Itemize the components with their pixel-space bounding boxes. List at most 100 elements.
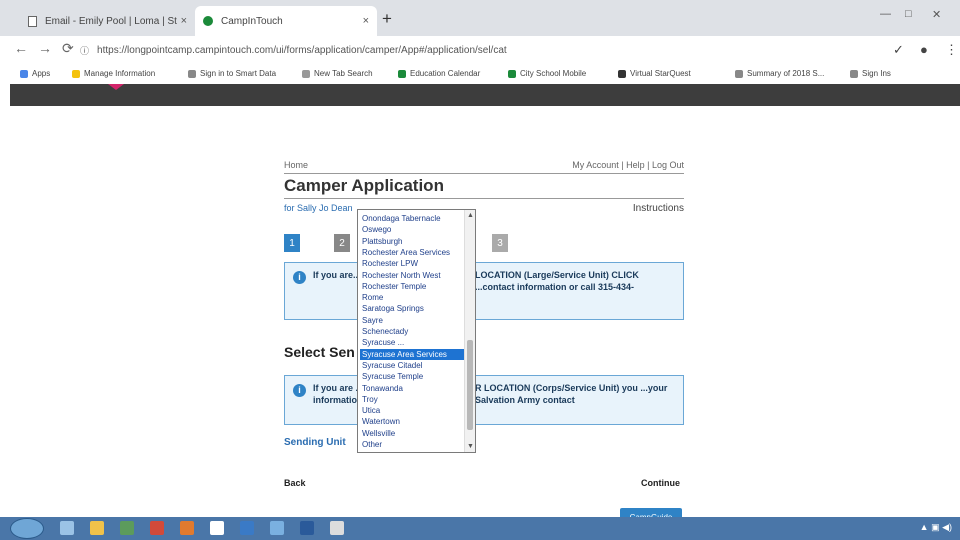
doc-icon: [850, 69, 858, 78]
notice-text: R LOCATION (Corps/Service Unit) you ...y…: [475, 383, 668, 405]
bookmark-city-school[interactable]: City School Mobile: [508, 69, 586, 78]
dropdown-option[interactable]: Watertown: [360, 416, 464, 427]
dropdown-option[interactable]: Syracuse Citadel: [360, 360, 464, 371]
extension-icon[interactable]: ✓: [893, 42, 904, 58]
dropdown-option[interactable]: Syracuse ...: [360, 337, 464, 348]
bookmark-starquest[interactable]: Virtual StarQuest: [618, 69, 691, 78]
bookmark-education-calendar[interactable]: Education Calendar: [398, 69, 480, 78]
bookmark-summary[interactable]: Summary of 2018 S...: [735, 69, 824, 78]
doc-icon: [735, 69, 743, 78]
step-3[interactable]: 3: [492, 234, 508, 252]
doc-icon: [28, 15, 37, 27]
bookmark-label: City School Mobile: [520, 69, 587, 78]
home-link[interactable]: Home: [284, 160, 308, 170]
media-icon[interactable]: [120, 521, 134, 535]
bookmark-icon: [398, 69, 406, 78]
bookmark-apps[interactable]: Apps: [20, 69, 50, 78]
unit-notice: i If you are ... should se... informatio…: [284, 375, 684, 425]
dropdown-option[interactable]: Saratoga Springs: [360, 303, 464, 314]
back-button[interactable]: Back: [284, 478, 306, 488]
step-1[interactable]: 1: [284, 234, 300, 252]
url-text: https://longpointcamp.campintouch.com/ui…: [97, 44, 507, 56]
app-icon[interactable]: [150, 521, 164, 535]
info-icon: i: [293, 271, 306, 284]
header-notch: [108, 84, 124, 90]
ie-icon[interactable]: [60, 521, 74, 535]
dropdown-option[interactable]: Rochester Temple: [360, 281, 464, 292]
dropdown-option[interactable]: Oswego: [360, 224, 464, 235]
bookmark-label: Sign in to Smart Data: [200, 69, 277, 78]
new-tab-button[interactable]: +: [382, 9, 392, 29]
menu-icon[interactable]: ⋮: [945, 42, 958, 58]
dropdown-option[interactable]: Sayre: [360, 315, 464, 326]
chrome-icon[interactable]: [210, 521, 224, 535]
start-button[interactable]: [10, 518, 44, 539]
sending-unit-dropdown-list[interactable]: ▲ ▼ Onondaga Tabernacle Oswego Plattsburgh…: [357, 209, 476, 453]
address-bar-row: ← → ⟳ ⓘ https://longpointcamp.campintouc…: [0, 36, 960, 64]
search-icon: [302, 69, 310, 78]
bookmark-new-tab-search[interactable]: New Tab Search: [302, 69, 373, 78]
bookmarks-bar: Apps Manage Information Sign in to Smart…: [0, 64, 960, 84]
dropdown-option[interactable]: Syracuse Area Services: [360, 348, 464, 360]
scroll-down-icon[interactable]: ▼: [467, 443, 474, 450]
tab-email[interactable]: Email - Emily Pool | Loma | Sto... ×: [20, 6, 195, 36]
green-circle-icon: [203, 16, 213, 26]
bookmark-icon: [508, 69, 516, 78]
back-arrow-icon[interactable]: ←: [14, 40, 28, 56]
folder-icon[interactable]: [90, 521, 104, 535]
tab-title: CampInTouch: [221, 15, 283, 27]
app-icon[interactable]: [330, 521, 344, 535]
maximize-button[interactable]: □: [905, 8, 912, 20]
dropdown-option[interactable]: Onondaga Tabernacle: [360, 213, 464, 224]
scroll-up-icon[interactable]: ▲: [467, 212, 474, 219]
bookmark-manage-information[interactable]: Manage Information: [72, 69, 155, 78]
dropdown-option[interactable]: Syracuse Temple: [360, 371, 464, 382]
info-icon[interactable]: ⓘ: [80, 44, 89, 57]
system-tray[interactable]: ▲ ▣ ◀): [920, 522, 952, 533]
bookmark-sign-ins[interactable]: Sign Ins: [850, 69, 891, 78]
site-header: [10, 84, 960, 106]
dropdown-option[interactable]: Other: [360, 439, 464, 450]
profile-icon[interactable]: ●: [920, 42, 928, 57]
dropdown-option[interactable]: Troy: [360, 394, 464, 405]
dropdown-option[interactable]: Tonawanda: [360, 383, 464, 394]
dropdown-option[interactable]: Schenectady: [360, 326, 464, 337]
bookmark-label: Virtual StarQuest: [630, 69, 691, 78]
divider: [284, 198, 684, 199]
bookmark-smart-data[interactable]: Sign in to Smart Data: [188, 69, 276, 78]
instructions-link[interactable]: Instructions: [633, 203, 684, 214]
dropdown-option[interactable]: Rome: [360, 292, 464, 303]
app-icon[interactable]: [180, 521, 194, 535]
divider: [284, 173, 684, 174]
bookmark-label: Sign Ins: [862, 69, 891, 78]
url-field[interactable]: ⓘ https://longpointcamp.campintouch.com/…: [80, 40, 880, 60]
scroll-thumb[interactable]: [467, 340, 473, 430]
bookmark-label: New Tab Search: [314, 69, 373, 78]
account-links[interactable]: My Account | Help | Log Out: [572, 160, 684, 170]
minimize-button[interactable]: —: [880, 8, 891, 20]
scrollbar[interactable]: ▲ ▼: [464, 210, 475, 452]
close-window-button[interactable]: ✕: [932, 8, 941, 21]
camper-name-link[interactable]: for Sally Jo Dean: [284, 203, 353, 213]
forward-arrow-icon[interactable]: →: [38, 40, 52, 56]
bookmark-icon: [618, 69, 626, 78]
dropdown-option[interactable]: Rochester North West: [360, 270, 464, 281]
dropdown-option[interactable]: Utica: [360, 405, 464, 416]
close-icon[interactable]: ×: [181, 15, 187, 27]
tab-strip: Email - Emily Pool | Loma | Sto... × Cam…: [0, 0, 960, 36]
dropdown-option[interactable]: Plattsburgh: [360, 236, 464, 247]
bookmark-label: Apps: [32, 69, 51, 78]
tab-campintouch[interactable]: CampInTouch ×: [195, 6, 377, 36]
step-2[interactable]: 2: [334, 234, 350, 252]
app-icon[interactable]: [240, 521, 254, 535]
close-icon[interactable]: ×: [363, 15, 369, 27]
app-icon[interactable]: [300, 521, 314, 535]
continue-button[interactable]: Continue: [641, 478, 680, 488]
app-icon[interactable]: [270, 521, 284, 535]
dropdown-option[interactable]: Rochester LPW: [360, 258, 464, 269]
reload-icon[interactable]: ⟳: [62, 40, 74, 57]
bookmark-label: Education Calendar: [410, 69, 481, 78]
dropdown-option[interactable]: Rochester Area Services: [360, 247, 464, 258]
dropdown-option[interactable]: Wellsville: [360, 428, 464, 439]
section-title: Select Sen: [284, 344, 355, 360]
